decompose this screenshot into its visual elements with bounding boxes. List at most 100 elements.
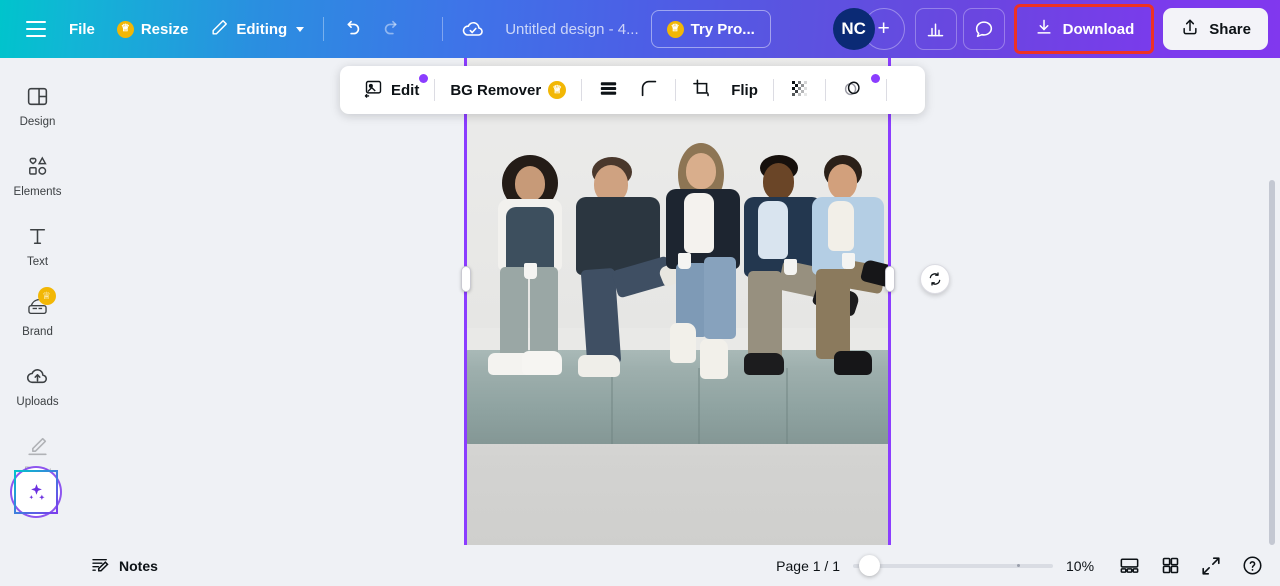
toolbar-separator-6 <box>885 79 887 101</box>
toolbar-separator-4 <box>772 79 774 101</box>
sidebar-label-design: Design <box>19 116 56 128</box>
notes-button[interactable]: Notes <box>90 554 158 578</box>
download-button[interactable]: Download <box>1018 8 1151 50</box>
document-title[interactable]: Untitled design - 4... <box>495 21 648 38</box>
magic-sparkles-icon[interactable] <box>14 470 58 514</box>
selection-edge-left[interactable] <box>464 58 467 545</box>
page-view-icon[interactable] <box>1115 552 1143 580</box>
resize-handle-right[interactable] <box>885 266 895 292</box>
vertical-scrollbar[interactable] <box>1269 180 1275 545</box>
zoom-value: 10% <box>1066 557 1095 574</box>
share-label: Share <box>1209 20 1251 38</box>
design-panel-icon <box>25 83 51 109</box>
sidebar-label-brand: Brand <box>22 326 53 338</box>
shapes-icon <box>25 153 51 179</box>
edit-image-icon <box>363 78 384 103</box>
toolbar-position-button[interactable] <box>893 73 911 107</box>
toolbar-bg-remover-button[interactable]: BG Remover ♕ <box>441 73 575 107</box>
photo-person-5 <box>810 155 890 455</box>
sidebar-label-elements: Elements <box>13 186 62 198</box>
crown-icon-pro: ♕ <box>666 20 684 38</box>
cloud-upload-icon <box>25 363 51 389</box>
crown-icon: ♕ <box>116 20 134 38</box>
photo-image[interactable] <box>466 58 890 545</box>
bottom-toolbar: Notes Page 1 / 1 10% <box>0 545 1280 586</box>
new-feature-dot-animate <box>870 74 880 83</box>
toolbar-edit-button[interactable]: Edit <box>354 73 429 107</box>
hamburger-menu-icon[interactable] <box>14 7 58 51</box>
file-menu-button[interactable]: File <box>58 11 106 47</box>
resize-label: Resize <box>140 20 189 38</box>
share-button[interactable]: Share <box>1163 8 1268 50</box>
zoom-slider-thumb[interactable] <box>859 555 880 576</box>
toolbar-edit-label: Edit <box>391 81 420 99</box>
resize-button[interactable]: ♕ Resize <box>106 11 200 47</box>
toolbar-corner-radius-button[interactable] <box>629 73 669 107</box>
download-label: Download <box>1062 20 1135 38</box>
file-menu-label: File <box>69 20 95 38</box>
topbar-right-group: NC + Download Share <box>832 4 1280 54</box>
toolbar-flip-label: Flip <box>731 81 758 99</box>
topbar-center-group: Untitled design - 4... ♕ Try Pro... <box>434 9 771 49</box>
zoom-slider-track <box>853 563 1053 568</box>
sidebar-item-brand[interactable]: ♕ Brand <box>4 284 72 345</box>
avatar[interactable]: NC <box>832 8 875 50</box>
sidebar-item-text[interactable]: Text <box>4 214 72 275</box>
crop-icon <box>691 77 713 103</box>
try-pro-label: Try Pro... <box>690 20 755 38</box>
comment-button[interactable] <box>962 8 1005 50</box>
grid-view-icon[interactable] <box>1156 552 1184 580</box>
topbar-left-group: File ♕ Resize Editing <box>0 0 412 58</box>
toolbar-layers-button[interactable] <box>588 73 629 107</box>
toolbar-transparency-button[interactable] <box>780 73 819 107</box>
toolbar-separator-5 <box>824 79 826 101</box>
zoom-slider-tick <box>1017 564 1020 567</box>
sidebar-label-uploads: Uploads <box>16 396 59 408</box>
toolbar-separator-1 <box>434 79 436 101</box>
crown-icon-brand: ♕ <box>37 287 56 305</box>
top-toolbar: File ♕ Resize Editing Untitled design - … <box>0 0 1280 58</box>
redo-arrow-icon[interactable] <box>372 9 412 49</box>
new-feature-dot-edit <box>419 74 429 83</box>
canvas-area[interactable] <box>75 58 1280 545</box>
sidebar-item-design[interactable]: Design <box>4 74 72 135</box>
corner-radius-icon <box>638 77 660 103</box>
insights-button[interactable] <box>914 8 957 50</box>
help-question-icon[interactable] <box>1238 552 1266 580</box>
zoom-slider[interactable] <box>853 555 1053 576</box>
undo-arrow-icon[interactable] <box>332 9 372 49</box>
chevron-down-icon <box>296 26 305 32</box>
editing-label: Editing <box>236 20 288 38</box>
resize-handle-left[interactable] <box>461 266 471 292</box>
layers-stack-icon <box>597 77 620 104</box>
design-page[interactable] <box>466 58 890 545</box>
notes-pencil-icon <box>90 554 111 578</box>
text-t-icon <box>25 223 51 249</box>
selection-edge-right[interactable] <box>888 58 891 545</box>
expand-arrows-icon[interactable] <box>1197 552 1225 580</box>
cloud-saved-icon[interactable] <box>453 9 493 49</box>
toolbar-animate-button[interactable] <box>832 73 880 107</box>
editing-mode-button[interactable]: Editing <box>199 11 315 47</box>
rotate-icon[interactable] <box>920 264 950 294</box>
toolbar-separator-3 <box>675 79 677 101</box>
bottom-right-group: Page 1 / 1 10% <box>776 552 1280 580</box>
toolbar-bg-remover-label: BG Remover <box>450 81 542 99</box>
page-indicator: Page 1 / 1 <box>776 557 840 574</box>
sidebar-item-elements[interactable]: Elements <box>4 144 72 205</box>
toolbar-flip-button[interactable]: Flip <box>722 73 767 107</box>
animate-icon <box>841 77 864 104</box>
try-pro-button[interactable]: ♕ Try Pro... <box>650 10 771 48</box>
brand-kit-icon: ♕ <box>25 287 56 319</box>
toolbar-crop-button[interactable] <box>682 73 722 107</box>
draw-pen-icon <box>25 433 51 459</box>
sidebar-item-uploads[interactable]: Uploads <box>4 354 72 415</box>
topbar-divider <box>323 17 325 41</box>
pencil-icon <box>210 18 229 41</box>
canva-editor: File ♕ Resize Editing Untitled design - … <box>0 0 1280 586</box>
crown-icon-bgremover: ♕ <box>548 81 567 99</box>
collaborators: NC + <box>832 8 905 50</box>
download-arrow-icon <box>1034 17 1054 41</box>
photo-person-1 <box>484 155 576 455</box>
download-highlight-box: Download <box>1013 4 1155 54</box>
